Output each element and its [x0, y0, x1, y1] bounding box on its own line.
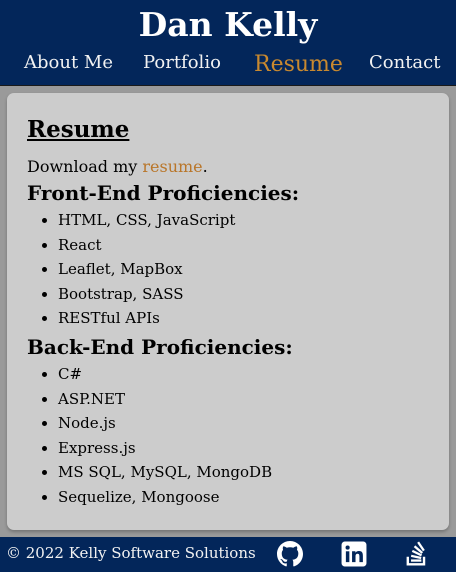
page-title: Resume	[27, 116, 130, 143]
front-end-list: HTML, CSS, JavaScript React Leaflet, Map…	[27, 208, 429, 331]
list-item: MS SQL, MySQL, MongoDB	[58, 460, 429, 485]
list-item: HTML, CSS, JavaScript	[58, 208, 429, 233]
list-item: React	[58, 233, 429, 258]
stack-overflow-icon[interactable]	[404, 541, 430, 567]
github-icon[interactable]	[277, 541, 303, 567]
download-line: Download my resume.	[27, 157, 429, 177]
copyright-text: © 2022 Kelly Software Solutions	[6, 544, 256, 562]
site-title: Dan Kelly	[138, 5, 318, 44]
list-item: Express.js	[58, 436, 429, 461]
list-item: ASP.NET	[58, 387, 429, 412]
download-prefix: Download my	[27, 157, 143, 176]
linkedin-icon[interactable]	[341, 541, 367, 567]
back-end-heading: Back-End Proficiencies:	[27, 334, 293, 359]
list-item: C#	[58, 362, 429, 387]
list-item: Sequelize, Mongoose	[58, 485, 429, 510]
nav-resume[interactable]: Resume	[254, 52, 343, 77]
back-end-list: C# ASP.NET Node.js Express.js MS SQL, My…	[27, 362, 429, 510]
list-item: Leaflet, MapBox	[58, 257, 429, 282]
nav-contact[interactable]: Contact	[369, 52, 440, 73]
list-item: Bootstrap, SASS	[58, 282, 429, 307]
download-suffix: .	[202, 157, 208, 176]
nav-about-me[interactable]: About Me	[24, 52, 113, 73]
resume-download-link[interactable]: resume	[142, 157, 202, 176]
site-header: Dan Kelly About Me Portfolio Resume Cont…	[0, 0, 456, 86]
site-footer: © 2022 Kelly Software Solutions	[0, 537, 456, 572]
resume-card: Resume Download my resume. Front-End Pro…	[7, 93, 449, 530]
nav-portfolio[interactable]: Portfolio	[143, 52, 221, 73]
list-item: Node.js	[58, 411, 429, 436]
list-item: RESTful APIs	[58, 306, 429, 331]
front-end-heading: Front-End Proficiencies:	[27, 181, 300, 205]
